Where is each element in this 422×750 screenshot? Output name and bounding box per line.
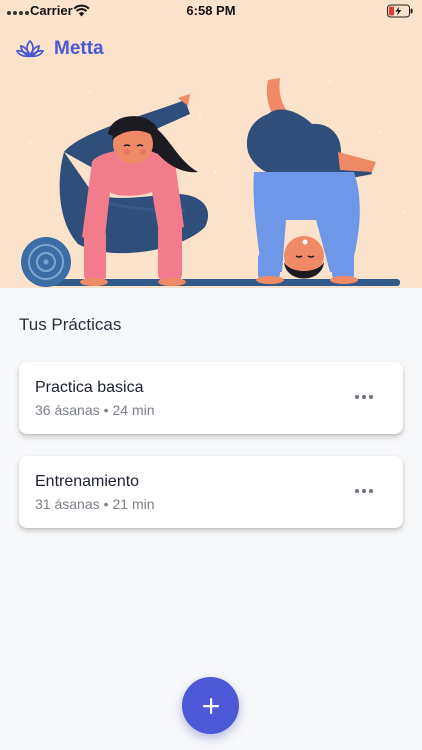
practice-card-basic[interactable]: Practica basica 36 ásanas • 24 min — [19, 362, 403, 434]
yoga-illustration — [21, 62, 407, 287]
status-bar: Carrier 6:58 PM — [0, 0, 422, 22]
practice-meta: 36 ásanas • 24 min — [35, 402, 155, 418]
meta-separator: • — [103, 496, 109, 512]
practice-duration: 24 min — [112, 402, 155, 418]
hero-banner: Metta — [0, 22, 422, 288]
practice-asanas: 36 ásanas — [35, 402, 100, 418]
plus-icon — [202, 697, 219, 714]
app-header: Metta — [16, 38, 104, 60]
more-horizontal-icon[interactable] — [353, 483, 375, 499]
lotus-icon — [16, 39, 44, 58]
battery-charging-icon — [387, 4, 413, 18]
add-practice-button[interactable] — [182, 677, 239, 734]
practice-title: Entrenamiento — [35, 473, 140, 490]
practice-meta: 31 ásanas • 21 min — [35, 496, 155, 512]
app-title: Metta — [54, 38, 104, 59]
practice-duration: 21 min — [112, 496, 155, 512]
meta-separator: • — [103, 402, 109, 418]
practice-card-training[interactable]: Entrenamiento 31 ásanas • 21 min — [19, 456, 403, 528]
practice-title: Practica basica — [35, 379, 144, 396]
more-horizontal-icon[interactable] — [353, 389, 375, 405]
clock: 6:58 PM — [186, 3, 236, 18]
section-title: Tus Prácticas — [19, 315, 122, 334]
practice-asanas: 31 ásanas — [35, 496, 100, 512]
